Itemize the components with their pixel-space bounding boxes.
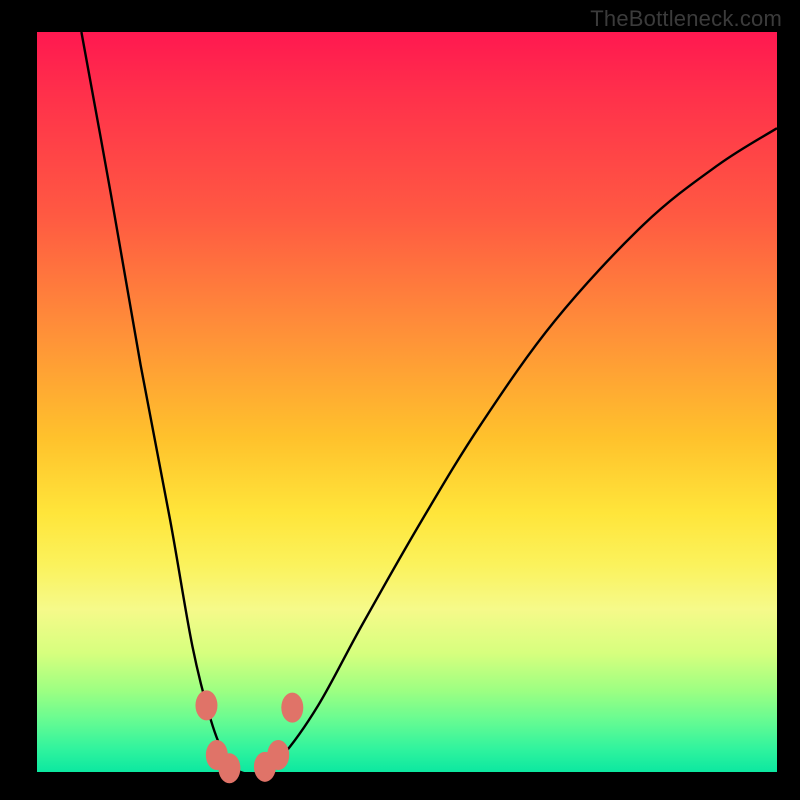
curve-path (81, 32, 777, 774)
watermark-text: TheBottleneck.com (590, 6, 782, 32)
marker-dot (218, 753, 240, 783)
curve-markers (195, 690, 303, 783)
marker-dot (267, 740, 289, 770)
chart-frame: TheBottleneck.com (0, 0, 800, 800)
bottleneck-curve (81, 32, 777, 774)
marker-dot (281, 693, 303, 723)
plot-area (37, 32, 777, 772)
marker-dot (195, 690, 217, 720)
curve-svg (37, 32, 777, 772)
